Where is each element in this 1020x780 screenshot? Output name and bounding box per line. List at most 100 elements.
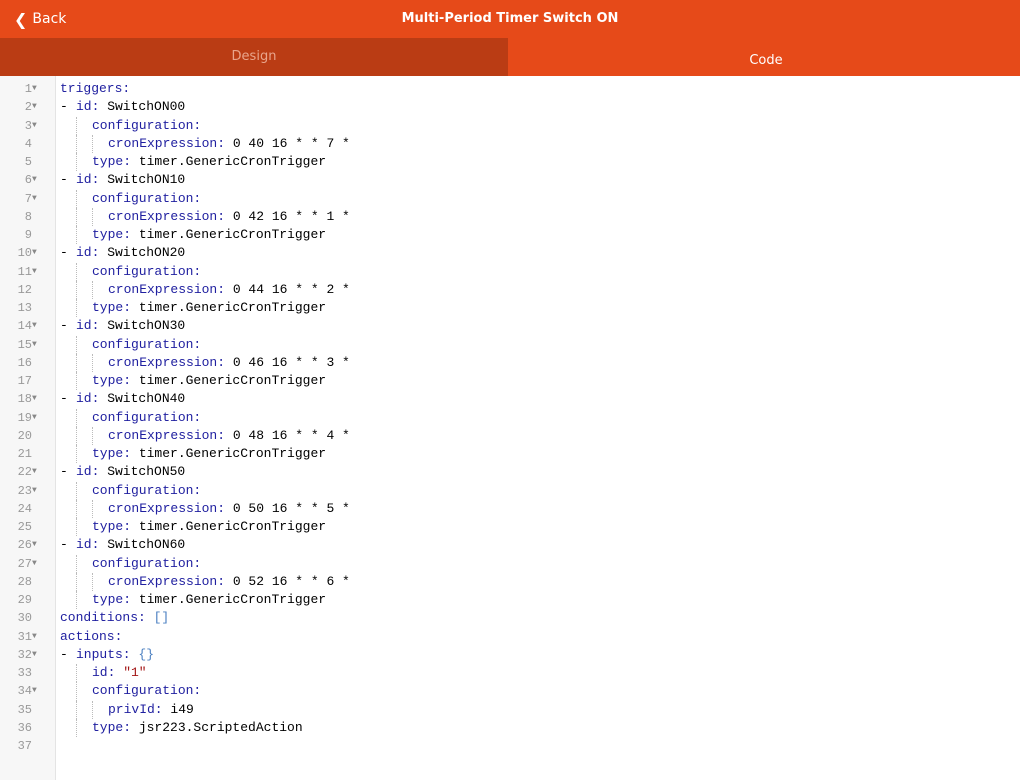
code-line[interactable]: - id: SwitchON50 [60,463,1020,481]
code-line[interactable]: type: timer.GenericCronTrigger [60,372,1020,391]
code-line[interactable]: - id: SwitchON30 [60,317,1020,335]
fold-toggle-icon[interactable]: ▼ [32,409,37,427]
yaml-key: type: [92,300,132,315]
yaml-key: cronExpression: [108,573,226,589]
code-line[interactable] [60,737,1020,755]
code-line[interactable]: - id: SwitchON10 [60,171,1020,189]
code-line[interactable]: configuration: [60,116,1020,135]
fold-toggle-icon[interactable]: ▼ [32,336,37,354]
tab-code[interactable]: Code [508,38,1020,76]
list-dash: - [60,537,76,553]
code-line[interactable]: configuration: [60,335,1020,354]
gutter-line: 5 [0,153,55,171]
code-line[interactable]: configuration: [60,189,1020,208]
fold-toggle-icon[interactable]: ▼ [32,117,37,135]
code-line[interactable]: privId: i49 [60,700,1020,719]
line-number: 17 [17,374,32,388]
code-line[interactable]: cronExpression: 0 42 16 * * 1 * [60,207,1020,226]
line-number: 25 [17,520,32,534]
yaml-key: privId: [108,701,163,717]
yaml-key: configuration: [92,190,202,206]
indent-guide [60,719,76,737]
yaml-value: 0 50 16 * * 5 * [225,500,350,516]
gutter-line: 14 ▼ [0,317,55,335]
fold-toggle-icon[interactable]: ▼ [32,263,37,281]
fold-toggle-icon[interactable]: ▼ [32,555,37,573]
code-area[interactable]: triggers: - id: SwitchON00 configuration: c… [56,76,1020,780]
yaml-value: 0 52 16 * * 6 * [225,573,350,589]
yaml-key: id: [76,318,100,334]
line-number: 14 [17,319,32,334]
gutter-line: 17 [0,372,55,390]
yaml-value: timer.GenericCronTrigger [131,227,327,242]
indent-guide [76,481,92,500]
fold-toggle-icon[interactable]: ▼ [32,390,37,408]
indent-guide [92,499,108,518]
code-line[interactable]: cronExpression: 0 50 16 * * 5 * [60,499,1020,518]
yaml-key: type: [92,519,132,534]
code-line[interactable]: type: timer.GenericCronTrigger [60,226,1020,245]
yaml-key: actions: [60,628,123,644]
code-line[interactable]: - id: SwitchON20 [60,244,1020,262]
yaml-value: timer.GenericCronTrigger [131,300,327,315]
indent-guide [92,700,108,719]
code-line[interactable]: type: timer.GenericCronTrigger [60,591,1020,610]
fold-toggle-icon[interactable]: ▼ [32,628,37,646]
indent-guide [60,226,76,244]
code-line[interactable]: configuration: [60,682,1020,701]
indent-guide [76,207,92,226]
code-line[interactable]: - id: SwitchON40 [60,390,1020,408]
fold-toggle-icon[interactable]: ▼ [32,98,37,116]
line-number-gutter: 1 ▼ 2 ▼ 3 ▼ 4 5 6 ▼ 7 ▼ 8 9 10 ▼ 11 ▼ 12 13 14 ▼ 15 ▼ 16 17 18 ▼ 19 ▼… [0,76,56,780]
yaml-key: conditions: [60,610,146,626]
fold-toggle-icon[interactable]: ▼ [32,463,37,481]
code-line[interactable]: - id: SwitchON00 [60,98,1020,116]
code-line[interactable]: configuration: [60,481,1020,500]
code-line[interactable]: cronExpression: 0 52 16 * * 6 * [60,572,1020,591]
line-number: 33 [17,666,32,680]
code-line[interactable]: configuration: [60,408,1020,427]
code-line[interactable]: actions: [60,628,1020,646]
back-label: Back [32,11,67,27]
code-line[interactable]: cronExpression: 0 46 16 * * 3 * [60,353,1020,372]
fold-toggle-icon[interactable]: ▼ [32,646,37,664]
code-line[interactable]: cronExpression: 0 44 16 * * 2 * [60,280,1020,299]
list-dash: - [60,99,76,115]
fold-toggle-icon[interactable]: ▼ [32,190,37,208]
code-line[interactable]: - inputs: {} [60,646,1020,664]
yaml-key: configuration: [92,555,202,571]
fold-toggle-icon[interactable]: ▼ [32,171,37,189]
line-number: 26 [17,538,32,553]
gutter-line: 37 [0,737,55,755]
code-line[interactable]: type: timer.GenericCronTrigger [60,445,1020,464]
fold-toggle-icon[interactable]: ▼ [32,244,37,262]
fold-toggle-icon[interactable]: ▼ [32,80,37,98]
line-number: 10 [17,246,32,261]
yaml-key: triggers: [60,81,131,96]
code-line[interactable]: id: "1" [60,664,1020,683]
code-line[interactable]: conditions: [] [60,609,1020,627]
code-line[interactable]: triggers: [60,80,1020,98]
line-number: 31 [17,629,32,644]
code-line[interactable]: cronExpression: 0 40 16 * * 7 * [60,134,1020,153]
fold-toggle-icon[interactable]: ▼ [32,482,37,500]
indent-guide [60,190,76,208]
code-line[interactable]: - id: SwitchON60 [60,536,1020,554]
code-line[interactable]: type: timer.GenericCronTrigger [60,153,1020,172]
code-line[interactable]: cronExpression: 0 48 16 * * 4 * [60,426,1020,445]
gutter-line: 29 [0,591,55,609]
code-line[interactable]: type: timer.GenericCronTrigger [60,518,1020,537]
code-editor[interactable]: 1 ▼ 2 ▼ 3 ▼ 4 5 6 ▼ 7 ▼ 8 9 10 ▼ 11 ▼ 12 13 14 ▼ 15 ▼ 16 17 18 ▼ 19 ▼… [0,76,1020,780]
back-button[interactable]: ❮ Back [14,0,66,38]
code-line[interactable]: configuration: [60,554,1020,573]
fold-toggle-icon[interactable]: ▼ [32,536,37,554]
indent-guide [60,573,76,591]
list-dash: - [60,172,76,188]
code-line[interactable]: type: jsr223.ScriptedAction [60,718,1020,737]
fold-toggle-icon[interactable]: ▼ [32,682,37,700]
yaml-key: configuration: [92,683,202,699]
fold-toggle-icon[interactable]: ▼ [32,317,37,335]
code-line[interactable]: type: timer.GenericCronTrigger [60,299,1020,318]
code-line[interactable]: configuration: [60,262,1020,281]
tab-design[interactable]: Design [0,38,508,76]
